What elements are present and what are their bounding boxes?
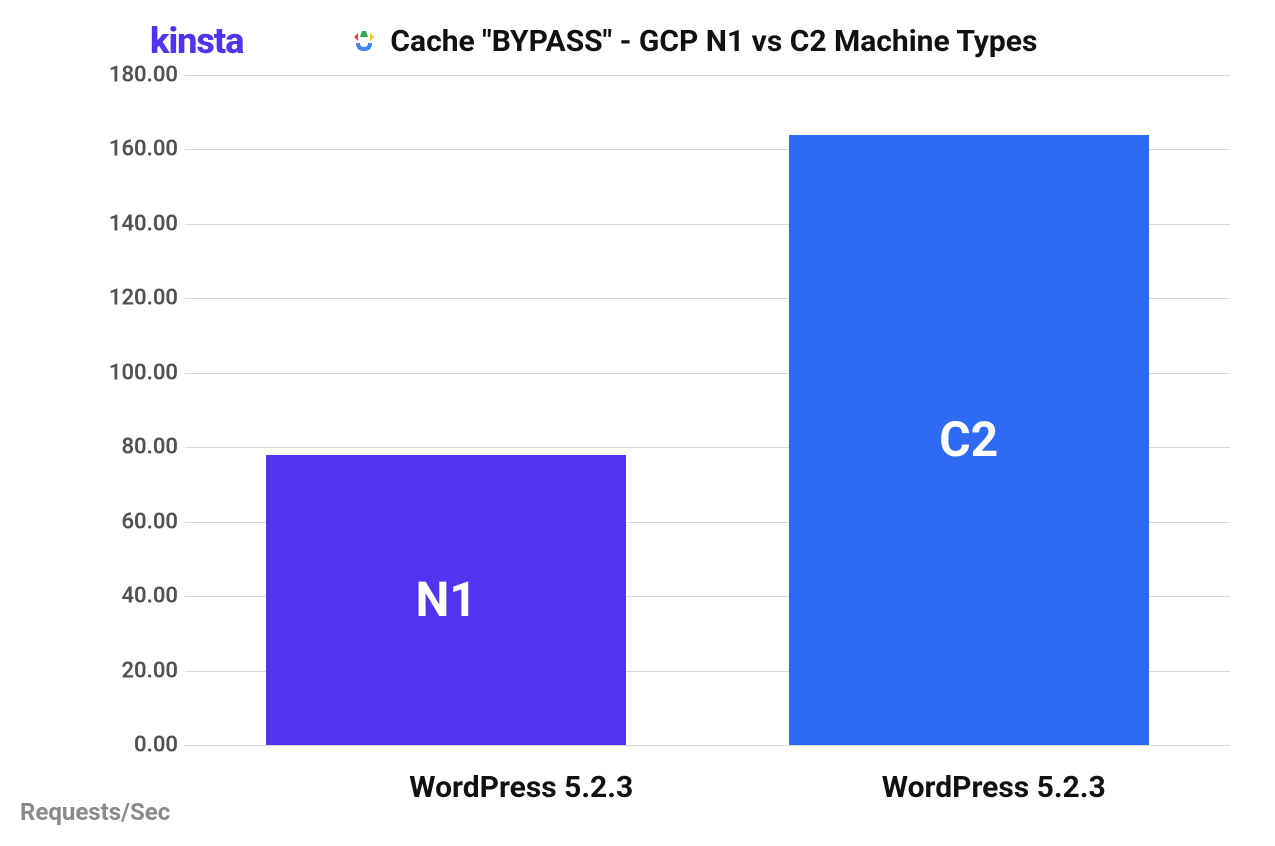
x-axis-labels: WordPress 5.2.3WordPress 5.2.3 [285, 770, 1230, 805]
title-wrap: Cache "BYPASS" - GCP N1 vs C2 Machine Ty… [348, 24, 1037, 59]
y-axis-label: Requests/Sec [20, 798, 170, 826]
bar-n1: N1 [266, 455, 626, 745]
y-tick-label: 160.00 [100, 137, 178, 162]
y-tick-label: 80.00 [100, 435, 178, 460]
kinsta-logo: kinsta [150, 20, 243, 62]
bar-label: C2 [939, 411, 998, 468]
gridline [185, 745, 1230, 746]
bars-container: N1 C2 [185, 75, 1230, 745]
chart-title: Cache "BYPASS" - GCP N1 vs C2 Machine Ty… [390, 24, 1037, 59]
bar-slot: C2 [708, 75, 1231, 745]
y-tick-label: 20.00 [100, 658, 178, 683]
y-tick-label: 40.00 [100, 584, 178, 609]
x-tick-label: WordPress 5.2.3 [285, 770, 758, 805]
y-tick-label: 0.00 [100, 733, 178, 758]
bar-label: N1 [416, 571, 477, 628]
y-tick-label: 140.00 [100, 211, 178, 236]
google-cloud-icon [348, 25, 380, 57]
bar-slot: N1 [185, 75, 708, 745]
y-tick-label: 60.00 [100, 509, 178, 534]
y-tick-label: 120.00 [100, 286, 178, 311]
y-tick-label: 180.00 [100, 63, 178, 88]
chart-area: N1C2 WordPress 5.2.3WordPress 5.2.3 0.00… [100, 75, 1230, 745]
chart-header: kinsta Cache "BYPASS" - GCP N1 vs C2 Mac… [0, 20, 1275, 62]
y-tick-label: 100.00 [100, 360, 178, 385]
x-tick-label: WordPress 5.2.3 [758, 770, 1231, 805]
bar-c2: C2 [789, 135, 1149, 745]
